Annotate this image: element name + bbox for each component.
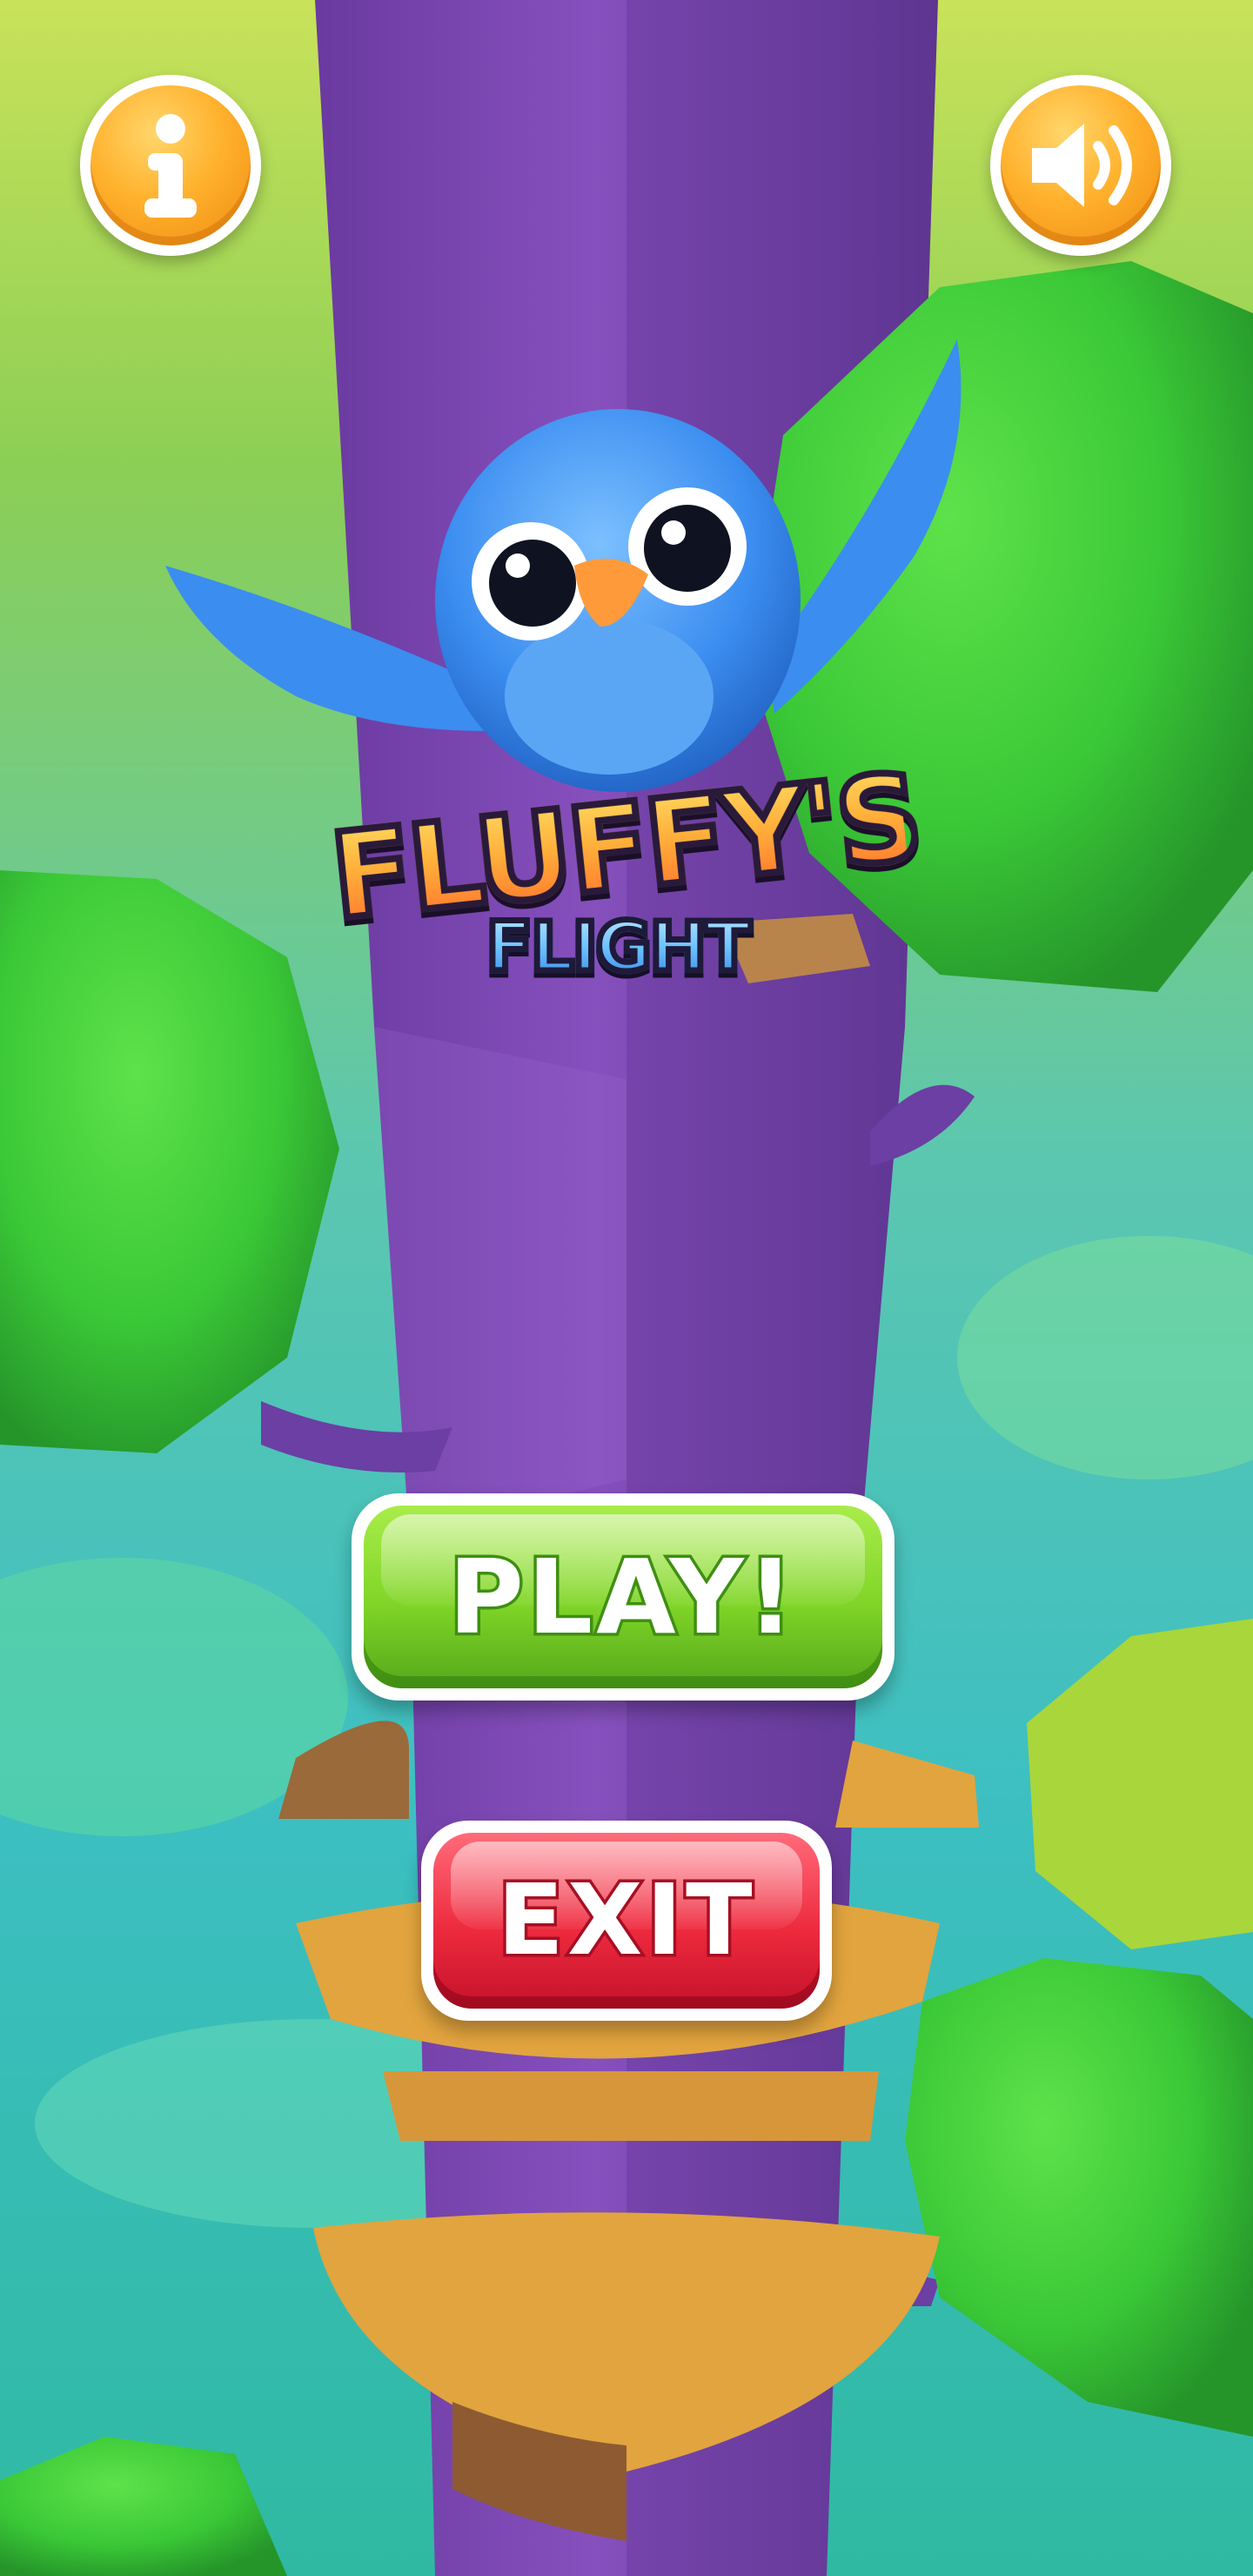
game-start-screen: FLUFFY'S FLIGHT PLAY! EXIT <box>0 0 1253 2576</box>
bird-belly <box>505 618 714 775</box>
bird-left-eye-shine <box>506 553 530 578</box>
info-icon <box>144 114 197 218</box>
play-button[interactable]: PLAY! <box>352 1493 895 1701</box>
sound-button[interactable] <box>990 75 1171 256</box>
bird-right-eye-shine <box>661 520 686 545</box>
bird-right-pupil <box>644 505 731 592</box>
game-scene-background <box>0 0 1253 2576</box>
speaker-volume-icon <box>1032 124 1132 207</box>
info-button[interactable] <box>80 75 261 256</box>
bird-left-pupil <box>489 540 576 627</box>
exit-button-label: EXIT <box>494 1862 756 1981</box>
wooden-platform <box>383 2071 879 2141</box>
play-button-label: PLAY! <box>446 1534 798 1660</box>
exit-button[interactable]: EXIT <box>421 1821 832 2021</box>
